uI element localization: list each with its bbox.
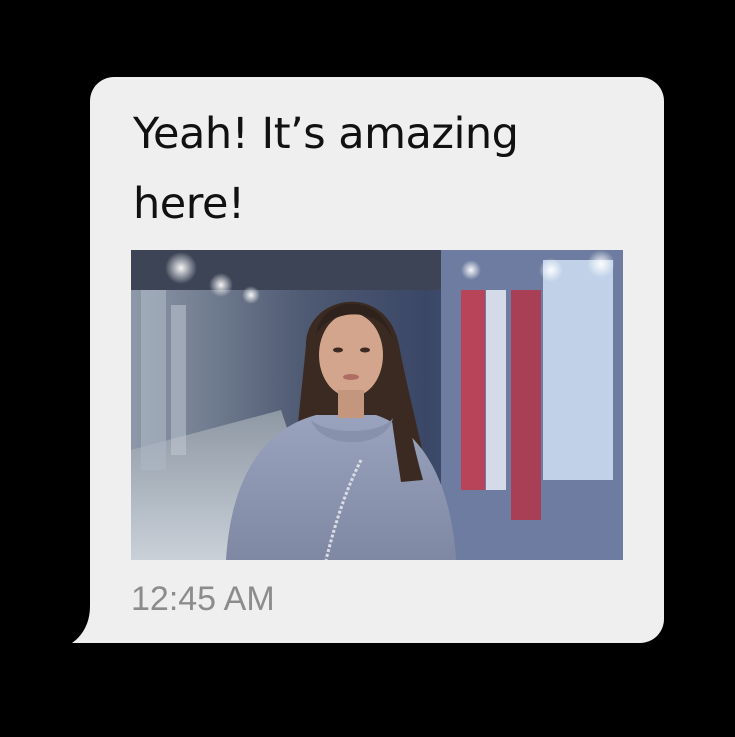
- message-timestamp: 12:45 AM: [131, 580, 275, 618]
- photo-image: [131, 250, 623, 560]
- chat-screen: Yeah! It’s amazing here! 12:45 AM: [0, 0, 735, 737]
- message-text: Yeah! It’s amazing here!: [133, 109, 519, 229]
- message-photo[interactable]: [131, 250, 623, 560]
- incoming-message-bubble[interactable]: Yeah! It’s amazing here! 12:45 AM: [90, 77, 664, 643]
